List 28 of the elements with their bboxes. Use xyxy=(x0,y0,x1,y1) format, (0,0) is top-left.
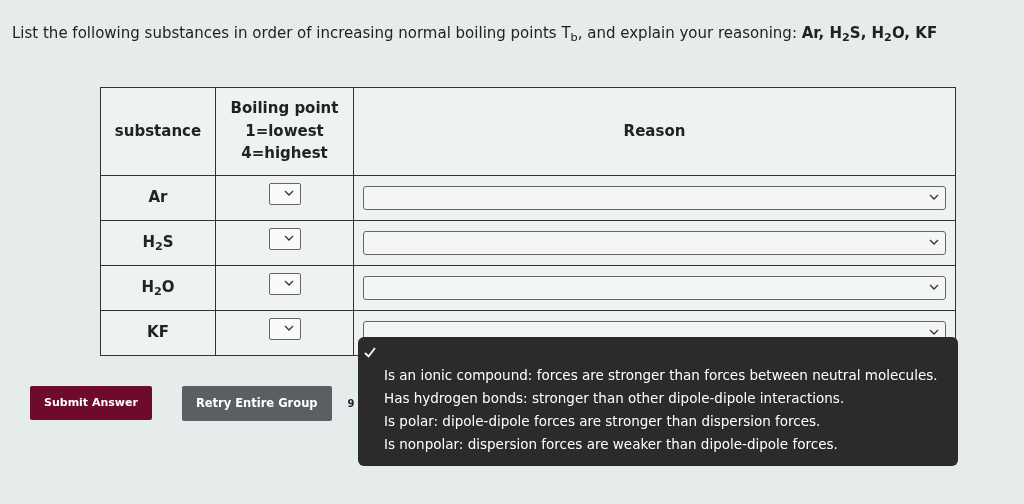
substance-name: H$_{2}$S xyxy=(142,233,174,252)
chevron-down-icon xyxy=(929,328,939,336)
substance-name: Ar xyxy=(148,188,168,207)
attempts-count: 9 xyxy=(347,396,355,411)
menu-option[interactable]: Is polar: dipole-dipole forces are stronger than dispersion forces. xyxy=(358,409,958,433)
chevron-down-icon xyxy=(929,283,939,291)
column-header: Reason xyxy=(623,121,686,140)
column-header: substance xyxy=(114,121,202,140)
column-header: Boiling point 1=lowest 4=highest xyxy=(230,99,339,163)
chevron-down-icon xyxy=(929,238,939,246)
menu-option[interactable]: Has hydrogen bonds: stronger than other dipole-dipole interactions. xyxy=(358,385,958,409)
chevron-down-icon xyxy=(929,193,939,201)
substance-name: H$_{2}$O xyxy=(141,278,175,297)
rank-dropdown[interactable] xyxy=(268,228,301,251)
rank-dropdown[interactable] xyxy=(268,183,301,206)
question-text: List the following substances in order of increasing normal boiling points T$_{b}$, and explain your reasoning: Ar, H$_{2}$S, H$_{2}$O, KF xyxy=(11,23,939,45)
retry-button[interactable]: Retry Entire Group xyxy=(181,385,332,421)
rank-dropdown[interactable] xyxy=(268,273,301,296)
chevron-down-icon xyxy=(283,325,294,333)
chevron-down-icon xyxy=(283,190,294,198)
menu-option[interactable]: Is nonpolar: dispersion forces are weaker than dipole-dipole forces. xyxy=(358,432,958,456)
rank-dropdown[interactable] xyxy=(268,318,301,341)
menu-option[interactable]: Is an ionic compound: forces are stronger than forces between neutral molecules. xyxy=(358,362,958,386)
chevron-down-icon xyxy=(283,235,294,243)
chevron-down-icon xyxy=(283,280,294,288)
checkmark-icon xyxy=(364,346,376,358)
substance-name: KF xyxy=(147,323,169,342)
submit-button[interactable]: Submit Answer xyxy=(30,385,152,421)
